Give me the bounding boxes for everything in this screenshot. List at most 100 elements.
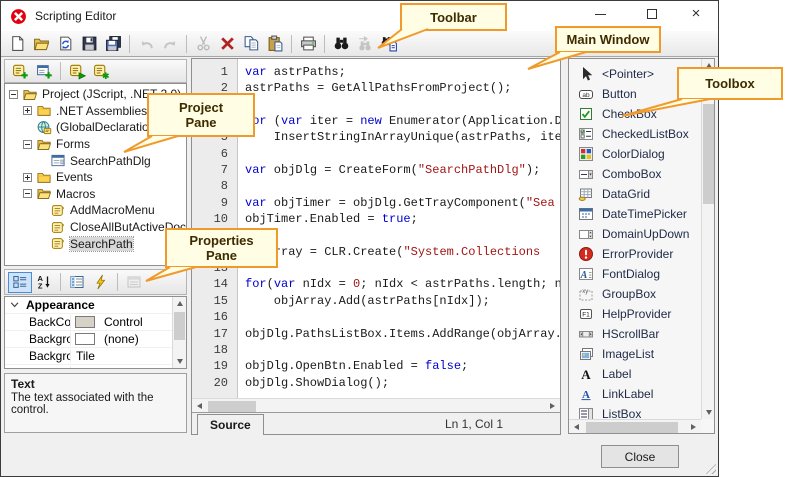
code-line[interactable] [245, 343, 560, 359]
tree-item-macros[interactable]: Macros [5, 186, 186, 203]
code-line[interactable]: for (var iter = new Enumerator(Applicati… [245, 114, 560, 130]
line-number: 17 [192, 327, 237, 343]
minimize-button[interactable] [583, 1, 617, 27]
code-line[interactable] [245, 179, 560, 195]
code-line[interactable]: var objTimer = objDlg.GetTrayComponent("… [245, 196, 560, 212]
paste-button[interactable] [263, 33, 287, 55]
copy-button[interactable] [239, 33, 263, 55]
toolbox-item-datagrid[interactable]: DataGrid [569, 184, 701, 204]
code-line[interactable]: astrPaths = GetAllPathsFromProject(); [245, 81, 560, 97]
property-row[interactable]: CursorDefault [5, 365, 172, 369]
toolbox-horizontal-scrollbar[interactable] [569, 419, 701, 433]
property-row[interactable]: BackgrounTile [5, 348, 172, 365]
toolbox-item-imagelist[interactable]: ImageList [569, 344, 701, 364]
new-macro-button[interactable] [8, 60, 32, 82]
cut-icon [195, 35, 212, 52]
code-line[interactable]: objDlg.ShowDialog(); [245, 376, 560, 392]
screenshot-canvas: Scripting Editor × Project (JScript, .NE… [0, 0, 785, 477]
new-form-button[interactable] [32, 60, 56, 82]
folder-open-icon [36, 137, 52, 152]
errorprovider-icon [578, 246, 594, 262]
build-macro-icon [93, 63, 110, 80]
build-macro-button[interactable] [89, 60, 113, 82]
toolbox-item-datetimepicker[interactable]: DateTimePicker [569, 204, 701, 224]
toolbox-item-helpprovider[interactable]: F1HelpProvider [569, 304, 701, 324]
code-line[interactable] [245, 310, 560, 326]
grid-category-row[interactable]: Appearance [5, 297, 172, 314]
toolbox-item-combobox[interactable]: ComboBox [569, 164, 701, 184]
app-icon [10, 8, 27, 25]
new-button[interactable] [5, 33, 29, 55]
reload-icon [57, 35, 74, 52]
editor-horizontal-scrollbar[interactable] [192, 398, 560, 412]
open-button[interactable] [29, 33, 53, 55]
collapse-icon[interactable] [9, 90, 18, 99]
close-button[interactable]: Close [601, 445, 679, 468]
toolbar-separator [60, 273, 61, 291]
expand-icon[interactable] [23, 106, 32, 115]
expand-icon[interactable] [23, 173, 32, 182]
categorized-button[interactable] [8, 272, 32, 293]
toolbox-item-linklabel[interactable]: ALinkLabel [569, 384, 701, 404]
toolbox-item-errorprovider[interactable]: ErrorProvider [569, 244, 701, 264]
code-line[interactable] [245, 261, 560, 277]
code-line[interactable] [245, 98, 560, 114]
toolbox-item-checkedlistbox[interactable]: CheckedListBox [569, 124, 701, 144]
collapse-icon[interactable] [23, 140, 32, 149]
macro-icon [50, 220, 66, 235]
tree-item-events[interactable]: Events [5, 169, 186, 186]
colordialog-icon [578, 146, 594, 162]
toolbox-item-groupbox[interactable]: xyGroupBox [569, 284, 701, 304]
delete-button[interactable] [215, 33, 239, 55]
events-button[interactable] [89, 272, 113, 293]
find-button[interactable] [329, 33, 353, 55]
callout-properties-pane: PropertiesPane [165, 228, 278, 268]
find-next-icon [357, 35, 374, 52]
run-macro-button[interactable] [65, 60, 89, 82]
collapse-icon[interactable] [23, 189, 32, 198]
code-line[interactable]: objTimer.Enabled = true; [245, 212, 560, 228]
resize-grip[interactable] [703, 461, 716, 474]
grid-category-label: Appearance [26, 298, 172, 312]
code-line[interactable]: var astrPaths; [245, 65, 560, 81]
toolbox-item-hscrollbar[interactable]: HScrollBar [569, 324, 701, 344]
print-button[interactable] [296, 33, 320, 55]
toolbox-item-label: ErrorProvider [602, 247, 673, 261]
line-number: 6 [192, 147, 237, 163]
code-line[interactable]: objDlg.OpenBtn.Enabled = false; [245, 359, 560, 375]
toolbox-item-listbox[interactable]: ListBox [569, 404, 701, 419]
toolbox-item-colordialog[interactable]: ColorDialog [569, 144, 701, 164]
code-line[interactable]: objArray = CLR.Create("System.Collection… [245, 245, 560, 261]
close-window-button[interactable]: × [679, 1, 713, 27]
code-line[interactable]: objDlg.PathsListBox.Items.AddRange(objAr… [245, 327, 560, 343]
reload-button[interactable] [53, 33, 77, 55]
code-line[interactable] [245, 228, 560, 244]
code-line[interactable]: for(var nIdx = 0; nIdx < astrPaths.lengt… [245, 277, 560, 293]
code-area[interactable]: var astrPaths;astrPaths = GetAllPathsFro… [239, 59, 560, 398]
toolbox-item-fontdialog[interactable]: AFontDialog [569, 264, 701, 284]
toolbox-item-label[interactable]: ALabel [569, 364, 701, 384]
tree-item-closeallbutactivedoc[interactable]: CloseAllButActiveDoc [5, 219, 186, 236]
properties-grid-scrollbar[interactable] [172, 297, 186, 368]
save-button[interactable] [77, 33, 101, 55]
tab-source[interactable]: Source [197, 414, 264, 435]
code-line[interactable]: InsertStringInArrayUnique(astrPaths, ite [245, 130, 560, 146]
save-all-button[interactable] [101, 33, 125, 55]
toolbox-item-label: ListBox [602, 407, 641, 419]
callout-main-window-tail [524, 51, 594, 73]
maximize-button[interactable] [635, 1, 669, 27]
code-line[interactable]: var objDlg = CreateForm("SearchPathDlg")… [245, 163, 560, 179]
prop-list-button[interactable] [65, 272, 89, 293]
toolbox-item-domainupdown[interactable]: DomainUpDown [569, 224, 701, 244]
datetimepicker-icon [578, 206, 594, 222]
property-row[interactable]: BackColorControl [5, 314, 172, 331]
tree-item-searchpath[interactable]: SearchPath [5, 235, 186, 252]
sort-az-button[interactable]: AZ [32, 272, 56, 293]
toolbox-item-label: CheckedListBox [602, 127, 689, 141]
print-icon [300, 35, 317, 52]
property-description-title: Text [11, 377, 180, 391]
code-line[interactable] [245, 147, 560, 163]
code-line[interactable]: objArray.Add(astrPaths[nIdx]); [245, 294, 560, 310]
property-row[interactable]: Backgroun(none) [5, 331, 172, 348]
tree-item-addmacromenu[interactable]: AddMacroMenu [5, 202, 186, 219]
